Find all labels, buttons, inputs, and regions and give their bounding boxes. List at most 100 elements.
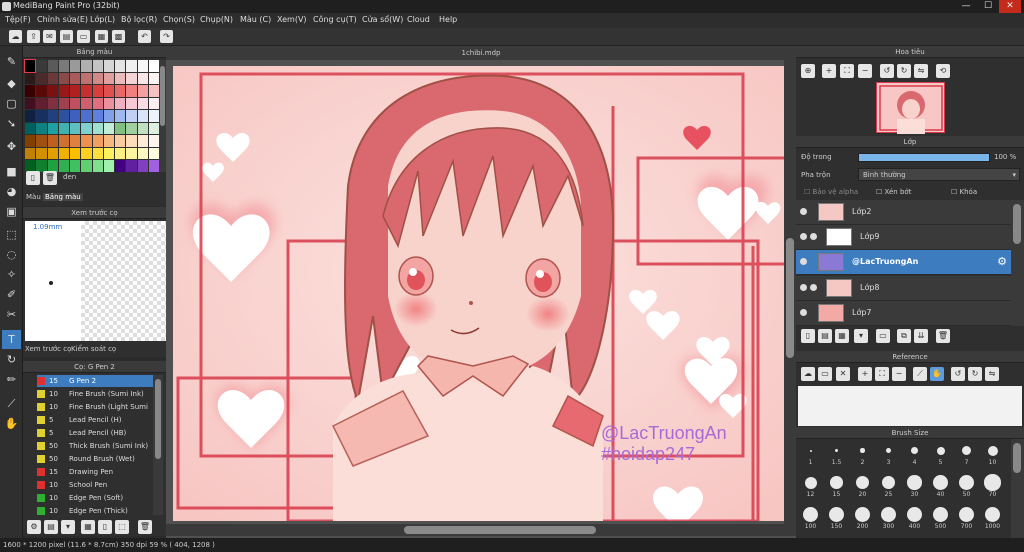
color-swatch[interactable] [126,97,137,110]
color-swatch[interactable] [103,147,114,160]
color-swatch[interactable] [25,110,36,122]
flip-icon[interactable]: ⇋ [914,64,928,78]
color-swatch[interactable] [25,147,36,160]
clipping-checkbox[interactable]: ☐ Xén bớt [876,188,911,196]
color-swatch[interactable] [47,85,58,97]
comment-icon[interactable]: ✉ [43,30,56,43]
visibility-eye-icon[interactable] [800,283,807,291]
color-swatch[interactable] [58,135,69,147]
color-swatch[interactable] [148,110,159,122]
cloud-icon[interactable]: ☁ [9,30,22,43]
grid-icon[interactable]: ▩ [112,30,125,43]
brush-settings-icon[interactable]: ▦ [81,520,95,534]
color-swatch[interactable] [70,72,81,85]
opacity-slider[interactable] [858,153,990,162]
select-pen-tool-icon[interactable]: ✐ [2,285,21,304]
rotate-right-icon[interactable]: ↻ [897,64,911,78]
brush-size-option[interactable]: 3 [876,442,901,466]
layer-scrollbar[interactable] [1011,200,1024,326]
gradient-tool-icon[interactable]: ▣ [2,202,21,221]
brush-cloud-icon[interactable]: ⬚ [115,520,129,534]
brush-list-item[interactable]: 10 Edge Pen (Soft) [37,492,161,504]
brush-size-option[interactable]: 200 [850,506,875,530]
layer-dropdown-icon[interactable]: ▾ [854,329,868,343]
brush-size-option[interactable]: 40 [928,474,953,498]
menu-tools[interactable]: Công cụ(T) [313,15,357,24]
reset-view-icon[interactable]: ⟲ [936,64,950,78]
brush-size-option[interactable]: 1.5 [824,442,849,466]
reference-eyedropper-icon[interactable]: ⟋ [913,367,927,381]
hand-tool-icon[interactable]: ✋ [2,414,21,433]
color-swatch[interactable] [148,122,159,135]
brush-list-item[interactable]: 10 Edge Pen (Thick) [37,505,161,517]
operation-tool-icon[interactable]: ↻ [2,350,21,369]
brush-size-option[interactable]: 400 [902,506,927,530]
color-swatch[interactable] [81,135,92,147]
color-swatch[interactable] [23,59,37,73]
color-swatch[interactable] [137,97,148,110]
fit-window-icon[interactable]: ⛶ [840,64,854,78]
color-swatch[interactable] [92,60,103,72]
reference-rotate-left-icon[interactable]: ↺ [951,367,965,381]
tab-color[interactable]: Màu [26,193,41,201]
color-swatch[interactable] [148,85,159,97]
color-swatch[interactable] [92,147,103,160]
new-color-icon[interactable]: ▯ [26,171,40,185]
lock-checkbox[interactable]: ☐ Khóa [951,188,977,196]
color-swatch[interactable] [36,60,47,72]
color-swatch[interactable] [115,135,126,147]
color-swatch[interactable] [103,97,114,110]
color-swatch[interactable] [126,160,137,172]
color-swatch[interactable] [70,97,81,110]
color-swatch[interactable] [126,135,137,147]
color-swatch[interactable] [81,60,92,72]
menu-cloud[interactable]: Cloud [407,15,430,24]
brush-size-option[interactable]: 15 [824,474,849,498]
brush-list-item[interactable]: 5 Lead Pencil (H) [37,414,161,426]
tab-palette[interactable]: Bảng màu [43,193,83,201]
add-brush-icon[interactable]: ⚙ [27,520,41,534]
color-swatch[interactable] [137,122,148,135]
brush-size-option[interactable]: 4 [902,442,927,466]
color-swatch[interactable] [25,72,36,85]
brush-size-option[interactable]: 70 [980,474,1005,498]
color-swatch[interactable] [115,60,126,72]
menu-file[interactable]: Tệp(F) [5,15,31,24]
color-swatch[interactable] [137,147,148,160]
brush-size-option[interactable]: 100 [798,506,823,530]
color-swatch[interactable] [103,160,114,172]
undo-icon[interactable]: ↶ [138,30,151,43]
color-swatch[interactable] [148,97,159,110]
color-swatch[interactable] [137,72,148,85]
brush-list-item[interactable]: 10 Fine Brush (Light Sumi [37,401,161,413]
color-swatch[interactable] [58,72,69,85]
navigator-thumbnail[interactable] [876,82,945,134]
visibility-eye-icon[interactable] [800,308,807,316]
color-swatch[interactable] [25,135,36,147]
color-swatch[interactable] [58,122,69,135]
color-swatch[interactable] [47,135,58,147]
brush-size-option[interactable]: 12 [798,474,823,498]
reference-open-icon[interactable]: ▭ [818,367,832,381]
color-swatch[interactable] [58,85,69,97]
brush-size-option[interactable]: 20 [850,474,875,498]
reference-view[interactable] [798,386,1022,426]
panel-icon[interactable]: ▦ [95,30,108,43]
lasso-tool-icon[interactable]: ◌ [2,245,21,264]
layer-row[interactable]: Lớp7 [796,300,1011,326]
color-swatch[interactable] [115,110,126,122]
color-swatch[interactable] [126,110,137,122]
color-swatch[interactable] [103,135,114,147]
color-swatch[interactable] [25,85,36,97]
reference-zoom-out-icon[interactable]: − [892,367,906,381]
eyedropper-tool-icon[interactable]: ⟋ [2,394,21,413]
color-swatch-grid[interactable] [23,59,159,172]
color-swatch[interactable] [103,110,114,122]
color-swatch[interactable] [115,160,126,172]
layer-row[interactable]: Lớp2 [796,200,1011,225]
color-swatch[interactable] [58,147,69,160]
color-swatch[interactable] [92,72,103,85]
color-swatch[interactable] [137,135,148,147]
layer-row[interactable]: Lớp9 [796,225,1011,251]
brush-size-option[interactable]: 1000 [980,506,1005,530]
